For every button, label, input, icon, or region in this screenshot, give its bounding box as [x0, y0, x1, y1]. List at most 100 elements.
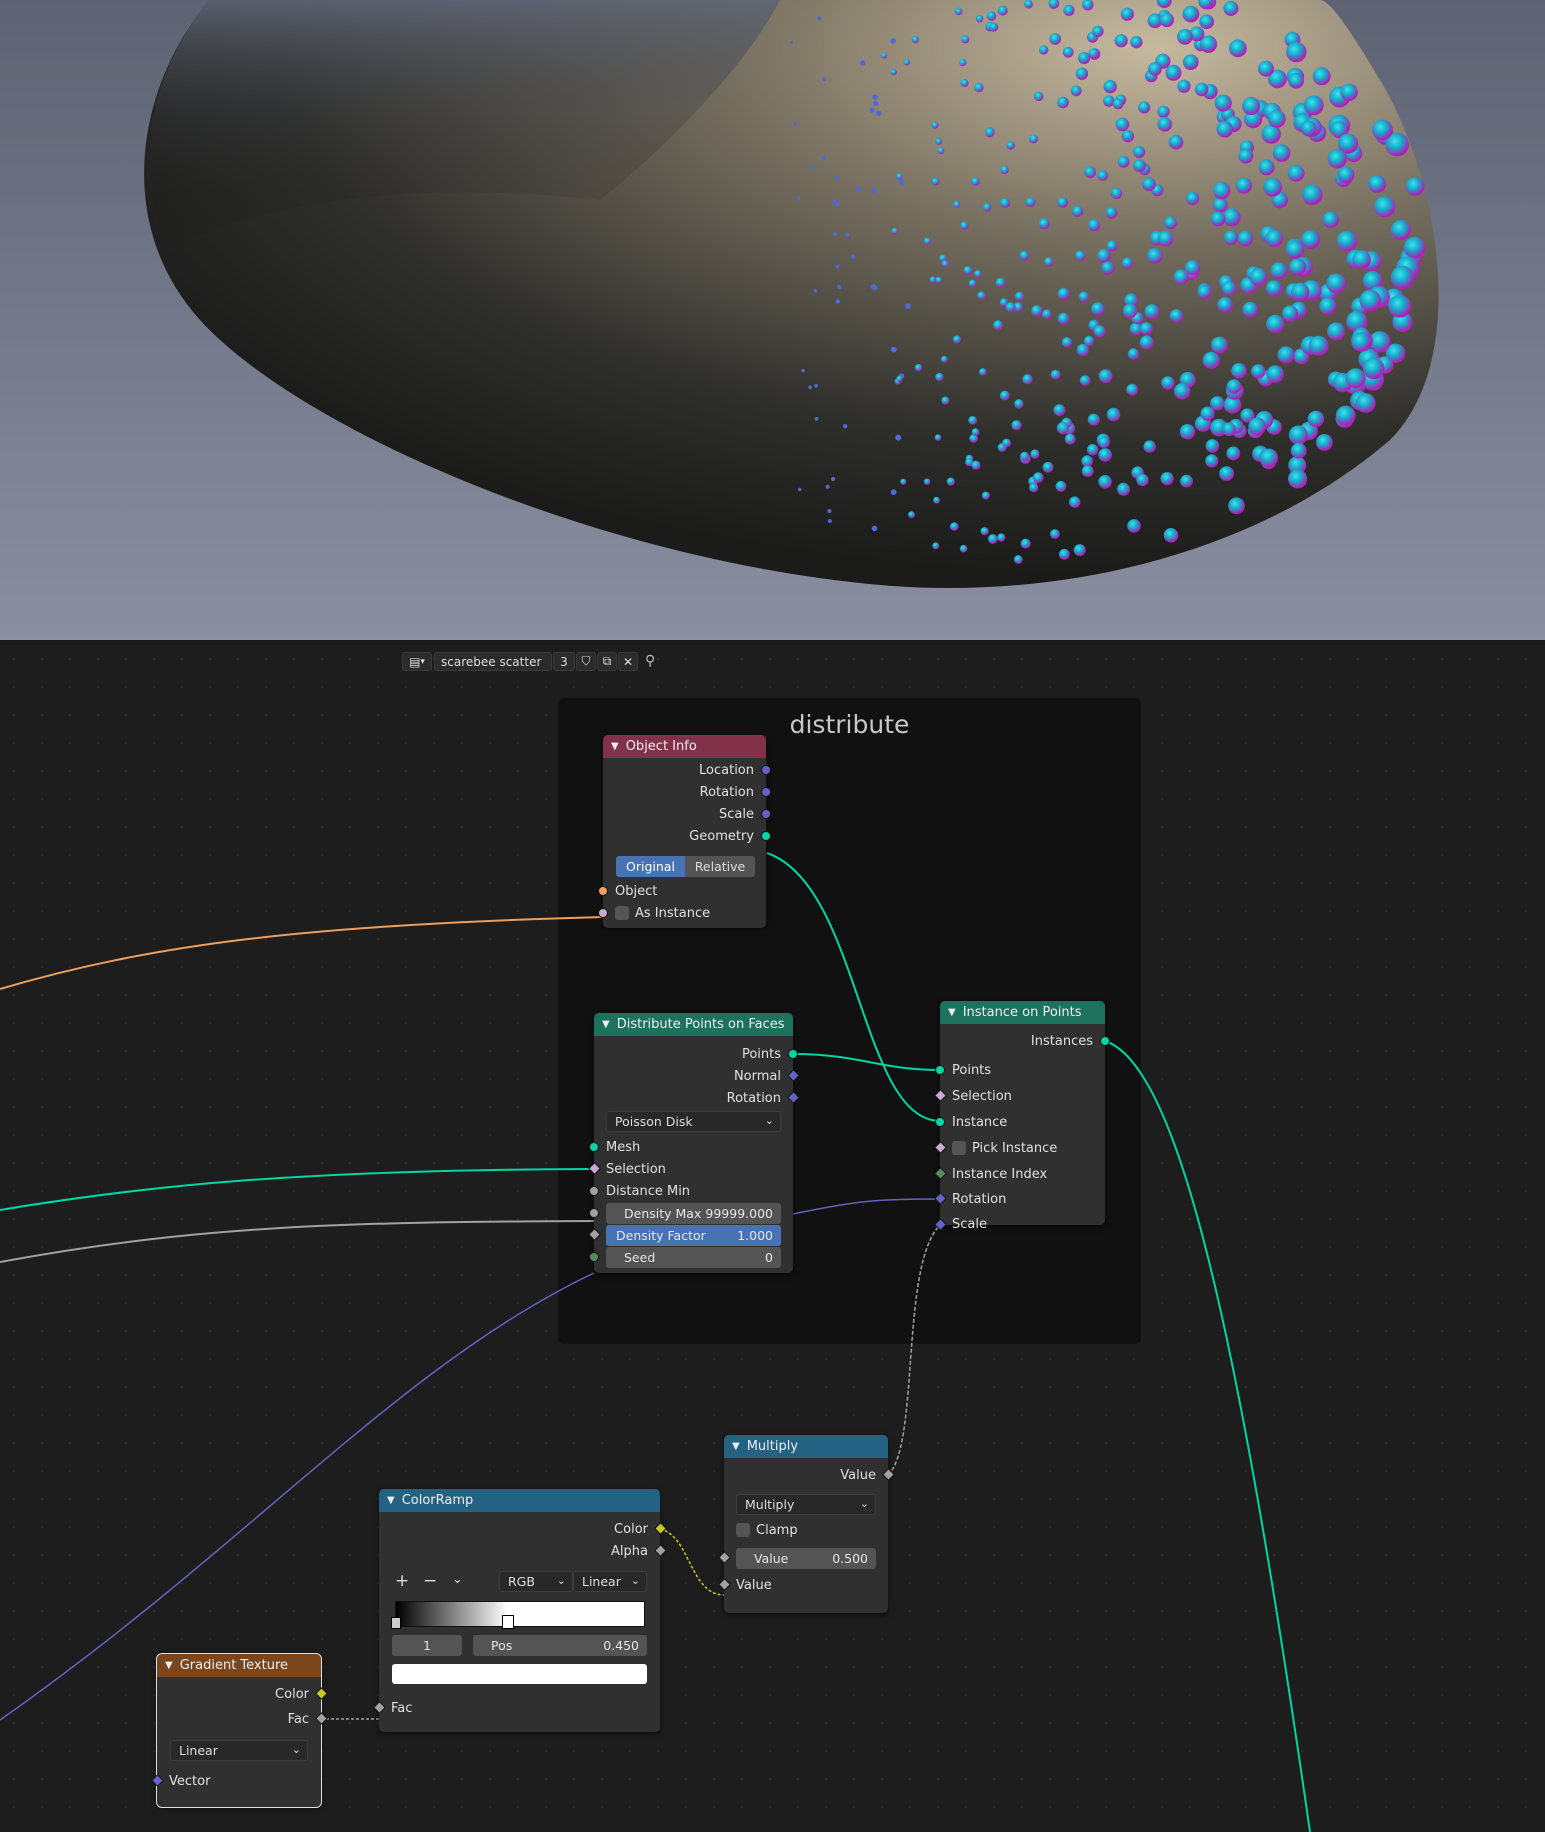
collapse-chevron-icon[interactable]: ▼ [732, 1441, 740, 1452]
color-mode-dropdown[interactable]: RGB ⌄ [499, 1571, 573, 1592]
instance-bump [1272, 144, 1291, 162]
instance-bump [1055, 480, 1067, 492]
collapse-chevron-icon[interactable]: ▼ [611, 741, 619, 752]
ramp-stop-0[interactable] [391, 1617, 401, 1629]
node-header[interactable]: ▼ ColorRamp [379, 1489, 660, 1512]
instance-bump [1327, 149, 1347, 169]
collapse-chevron-icon[interactable]: ▼ [387, 1495, 395, 1506]
seed-field[interactable]: Seed 0 [606, 1247, 781, 1268]
instance-bump [1056, 421, 1070, 435]
instance-bump [1011, 420, 1022, 431]
instance-bump [1300, 120, 1317, 137]
output-rotation: Rotation [726, 1090, 781, 1106]
node-header[interactable]: ▼ Object Info [603, 735, 766, 758]
node-object-info[interactable]: ▼ Object Info Location Rotation Scale Ge… [598, 735, 771, 928]
node-header[interactable]: ▼ Instance on Points [940, 1001, 1105, 1024]
stop-position-field[interactable]: Pos 0.450 [473, 1635, 647, 1656]
socket-instances[interactable] [1100, 1036, 1110, 1046]
socket-mesh[interactable] [589, 1142, 599, 1152]
add-stop-plus-icon[interactable]: + [395, 1571, 409, 1591]
density-factor-field[interactable]: Density Factor 1.000 [606, 1225, 781, 1246]
transform-space-toggle[interactable]: Original Relative [616, 856, 755, 877]
remove-stop-minus-icon[interactable]: − [423, 1571, 437, 1591]
instance-bump [1097, 248, 1111, 263]
instance-bump [1098, 369, 1113, 383]
active-stop-index-field[interactable]: 1 [392, 1635, 462, 1656]
input-as-instance[interactable]: As Instance [603, 902, 766, 924]
chevron-down-icon: ⌄ [859, 1497, 869, 1510]
collapse-chevron-icon[interactable]: ▼ [165, 1660, 173, 1671]
ramp-stop-1-active[interactable] [501, 1615, 514, 1629]
instance-bump [1231, 363, 1247, 379]
output-points: Points [741, 1046, 781, 1062]
color-ramp-gradient[interactable] [391, 1601, 645, 1629]
instance-bump [1289, 258, 1307, 276]
instance-bump [1285, 240, 1305, 259]
value-field[interactable]: Value 0.500 [736, 1548, 876, 1569]
node-color-ramp[interactable]: ▼ ColorRamp Color Alpha + − ⌄ RGB ⌄ Linea… [373, 1489, 667, 1732]
interpolation-dropdown[interactable]: Linear ⌄ [573, 1571, 647, 1592]
socket-points[interactable] [788, 1049, 798, 1059]
instance-bump [890, 346, 897, 353]
socket-density-max[interactable] [589, 1208, 599, 1218]
distribute-mode-dropdown[interactable]: Poisson Disk ⌄ [606, 1111, 781, 1132]
node-gradient-texture[interactable]: ▼ Gradient Texture Color Fac Linear ⌄ Vec… [151, 1653, 328, 1808]
instance-bump [940, 355, 948, 363]
instance-bump [1057, 197, 1068, 208]
node-header[interactable]: ▼ Gradient Texture [157, 1654, 321, 1677]
instance-bump [960, 221, 969, 230]
instance-bump [1355, 393, 1376, 413]
instance-bump [1075, 250, 1086, 261]
socket-seed[interactable] [589, 1252, 599, 1262]
instance-bump [975, 14, 984, 23]
input-pick-instance[interactable]: Pick Instance [940, 1137, 1105, 1159]
instance-bump [1049, 33, 1062, 45]
node-editor[interactable]: ▤ ▾ scarebee scatter 3 ⛉ ⧉ ✕ ⚲ distribute [0, 645, 1545, 1832]
socket-object[interactable] [598, 886, 608, 896]
instance-bump [935, 276, 943, 284]
clamp-toggle[interactable]: Clamp [724, 1519, 888, 1541]
node-multiply[interactable]: ▼ Multiply Value Multiply ⌄ Clamp Value 0… [718, 1435, 895, 1613]
density-max-field[interactable]: Density Max 99999.000 [606, 1203, 781, 1224]
socket-instance[interactable] [935, 1117, 945, 1127]
node-instance-on-points[interactable]: ▼ Instance on Points Instances Points Se… [934, 1001, 1110, 1232]
gradient-type-dropdown[interactable]: Linear ⌄ [170, 1740, 308, 1761]
instance-bump [1103, 79, 1117, 94]
chevron-down-icon: ⌄ [764, 1114, 774, 1127]
link-multiply-scale [887, 1224, 941, 1476]
output-normal: Normal [733, 1068, 781, 1084]
socket-geometry[interactable] [761, 831, 771, 841]
instance-bump [1336, 230, 1358, 252]
instance-bump [911, 36, 919, 44]
node-header[interactable]: ▼ Multiply [724, 1435, 888, 1458]
instance-bump [850, 254, 856, 259]
instance-bump [1174, 383, 1191, 400]
instance-bump [1078, 52, 1091, 65]
output-instances: Instances [1030, 1033, 1093, 1049]
instance-bump [946, 477, 955, 486]
socket-distance-min[interactable] [589, 1186, 599, 1196]
instance-bump [1290, 442, 1307, 459]
collapse-chevron-icon[interactable]: ▼ [602, 1019, 610, 1030]
clamp-checkbox[interactable] [736, 1523, 750, 1537]
pick-instance-checkbox[interactable] [952, 1141, 966, 1155]
stop-color-swatch[interactable] [392, 1664, 647, 1684]
socket-rotation[interactable] [761, 787, 771, 797]
instance-bump [982, 203, 992, 212]
as-instance-checkbox[interactable] [615, 906, 629, 920]
collapse-chevron-icon[interactable]: ▼ [948, 1007, 956, 1018]
3d-viewport[interactable] [0, 0, 1545, 645]
option-original[interactable]: Original [616, 856, 685, 877]
node-header[interactable]: ▼ Distribute Points on Faces [594, 1013, 793, 1036]
instance-bump [1112, 98, 1124, 110]
socket-as-instance[interactable] [598, 908, 608, 918]
link-object [0, 916, 604, 990]
ramp-menu-chevron-down-icon[interactable]: ⌄ [452, 1572, 463, 1587]
socket-scale[interactable] [761, 809, 771, 819]
node-distribute-points-on-faces[interactable]: ▼ Distribute Points on Faces Points Norm… [588, 1013, 800, 1273]
socket-points[interactable] [935, 1065, 945, 1075]
option-relative[interactable]: Relative [685, 856, 755, 877]
socket-location[interactable] [761, 765, 771, 775]
instance-bump [1147, 248, 1163, 264]
math-operation-dropdown[interactable]: Multiply ⌄ [736, 1494, 876, 1515]
